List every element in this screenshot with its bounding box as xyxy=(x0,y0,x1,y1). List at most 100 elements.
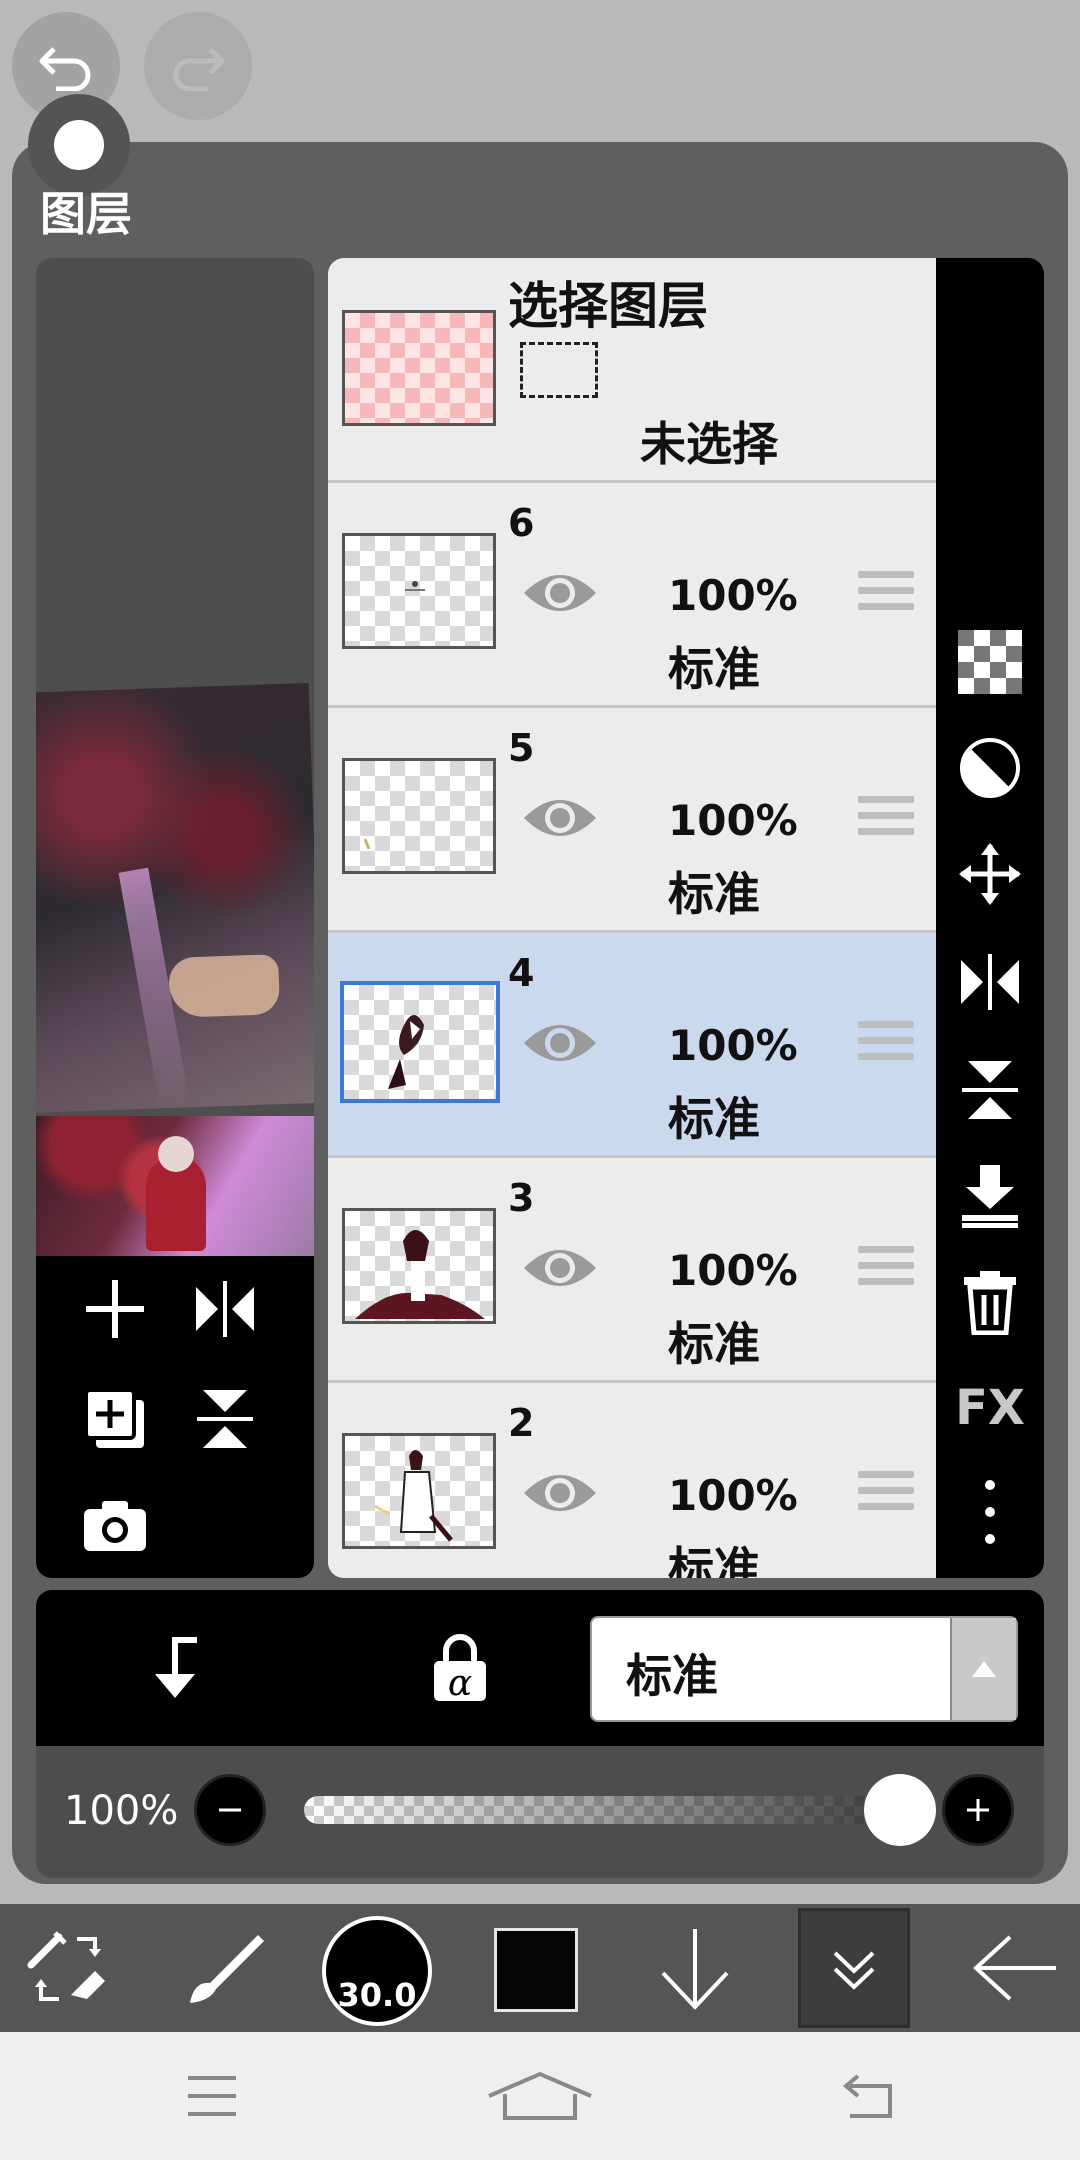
layer-row[interactable]: 6 100% 标准 xyxy=(328,483,936,708)
alpha-lock-icon: α xyxy=(434,1634,486,1703)
brush-eraser-swap-icon xyxy=(27,1931,105,2001)
add-layer-button[interactable] xyxy=(70,1264,160,1354)
visibility-eye-icon[interactable] xyxy=(520,790,600,846)
selection-layer-row[interactable]: 选择图层 未选择 xyxy=(328,258,936,483)
brush-tool-button[interactable] xyxy=(170,1904,280,2032)
layer-opacity: 100% xyxy=(668,796,798,845)
layer-blend-mode: 标准 xyxy=(668,1092,760,1146)
layer-opacity: 100% xyxy=(668,1471,798,1520)
back-nav-button[interactable] xyxy=(798,2032,938,2160)
opacity-slider[interactable] xyxy=(304,1796,904,1824)
lock-alpha-button[interactable]: α xyxy=(410,1618,510,1718)
fx-button[interactable]: FX xyxy=(954,1372,1026,1444)
more-options-button[interactable] xyxy=(954,1476,1026,1548)
drag-handle-icon[interactable] xyxy=(858,1021,914,1069)
layer-list: 选择图层 未选择 6 100% 标准 5 100% 标准 4 100% 标准 3… xyxy=(328,258,936,1578)
camera-icon xyxy=(84,1501,146,1551)
tool-switch-button[interactable] xyxy=(18,1904,118,2032)
visibility-eye-icon[interactable] xyxy=(520,1240,600,1296)
drag-handle-icon[interactable] xyxy=(858,1246,914,1294)
move-button[interactable] xyxy=(954,838,1026,910)
layer-tools-bar: FX xyxy=(936,258,1044,1578)
more-vertical-icon xyxy=(985,1480,995,1544)
clip-arrow-icon xyxy=(155,1637,197,1698)
back-icon xyxy=(842,2074,892,2118)
checker-icon xyxy=(958,630,1022,694)
layer-number: 6 xyxy=(508,501,535,545)
duplicate-layer-button[interactable] xyxy=(70,1374,160,1464)
layer-thumbnail xyxy=(342,1208,496,1324)
layer-row[interactable]: 5 100% 标准 xyxy=(328,708,936,933)
layer-actions xyxy=(36,1256,314,1578)
arrow-left-icon xyxy=(973,1935,1056,2001)
redo-icon xyxy=(173,47,225,91)
minus-icon xyxy=(219,1808,241,1812)
opacity-label: 100% xyxy=(64,1788,179,1834)
layer-blend-mode: 标准 xyxy=(668,1317,760,1371)
drag-handle-icon[interactable] xyxy=(858,1471,914,1519)
merge-down-button[interactable] xyxy=(954,1160,1026,1232)
layer-thumbnail xyxy=(342,758,496,874)
drag-handle-icon[interactable] xyxy=(858,571,914,619)
blend-mode-select[interactable]: 标准 xyxy=(590,1616,1018,1722)
clip-down-button[interactable] xyxy=(130,1624,220,1714)
move-down-button[interactable] xyxy=(640,1904,750,2032)
collapse-panel-button[interactable] xyxy=(798,1908,910,2028)
opacity-decrease-button[interactable] xyxy=(194,1774,266,1846)
opacity-increase-button[interactable] xyxy=(942,1774,1014,1846)
flip-vertical-icon xyxy=(962,1061,1018,1119)
selection-layer-title: 选择图层 xyxy=(508,277,708,335)
arrow-down-icon xyxy=(661,1929,729,2010)
flip-vertical-button[interactable] xyxy=(180,1374,270,1464)
layer-number: 5 xyxy=(508,726,535,770)
delete-layer-button[interactable] xyxy=(954,1266,1026,1338)
layer-controls: α 标准 xyxy=(36,1590,1044,1746)
home-nav-button[interactable] xyxy=(470,2032,610,2160)
selection-layer-thumbnail xyxy=(342,310,496,426)
brush-size-value: 30.0 xyxy=(337,1976,417,2014)
merge-down-icon xyxy=(962,1165,1018,1228)
layer-row[interactable]: 2 100% 标准 xyxy=(328,1383,936,1578)
opacity-slider-handle[interactable] xyxy=(864,1774,936,1846)
color-swatch[interactable] xyxy=(494,1928,578,2012)
flip-horizontal-button[interactable] xyxy=(180,1264,270,1354)
flip-horizontal-layer-button[interactable] xyxy=(954,946,1026,1018)
selection-marquee-icon xyxy=(520,342,598,398)
layer-blend-mode: 标准 xyxy=(668,642,760,696)
trash-icon xyxy=(964,1271,1016,1335)
visibility-eye-icon[interactable] xyxy=(520,1465,600,1521)
flip-vertical-icon xyxy=(197,1390,253,1448)
contrast-circle-icon xyxy=(960,738,1020,798)
flip-vertical-layer-button[interactable] xyxy=(954,1054,1026,1126)
layer-opacity: 100% xyxy=(668,571,798,620)
brush-icon xyxy=(190,1935,264,2003)
clipping-button[interactable] xyxy=(954,732,1026,804)
brush-size-button[interactable]: 30.0 xyxy=(322,1916,432,2026)
camera-button[interactable] xyxy=(70,1480,160,1570)
flip-horizontal-icon xyxy=(961,954,1019,1010)
duplicate-icon xyxy=(84,1388,144,1448)
visibility-eye-icon[interactable] xyxy=(520,565,600,621)
plus-icon xyxy=(86,1280,144,1338)
drag-handle-icon[interactable] xyxy=(858,796,914,844)
layer-opacity: 100% xyxy=(668,1021,798,1070)
chevron-up-icon xyxy=(950,1618,1016,1720)
transparency-button[interactable] xyxy=(954,626,1026,698)
flip-horizontal-icon xyxy=(196,1281,254,1337)
menu-nav-button[interactable] xyxy=(142,2032,282,2160)
visibility-eye-icon[interactable] xyxy=(520,1015,600,1071)
menu-icon xyxy=(188,2076,236,2116)
canvas-thumbnail[interactable] xyxy=(36,1116,314,1256)
svg-text:α: α xyxy=(448,1663,472,1703)
layer-thumbnail xyxy=(342,533,496,649)
layer-row-selected[interactable]: 4 100% 标准 xyxy=(328,933,936,1158)
chevron-double-down-icon xyxy=(833,1951,875,1990)
layer-number: 3 xyxy=(508,1176,535,1220)
layer-opacity: 100% xyxy=(668,1246,798,1295)
back-arrow-button[interactable] xyxy=(960,1904,1070,2032)
panel-title: 图层 xyxy=(40,187,132,241)
redo-button[interactable] xyxy=(144,12,252,120)
home-icon xyxy=(488,2071,592,2120)
layer-row[interactable]: 3 100% 标准 xyxy=(328,1158,936,1383)
layer-blend-mode: 标准 xyxy=(668,1542,760,1578)
